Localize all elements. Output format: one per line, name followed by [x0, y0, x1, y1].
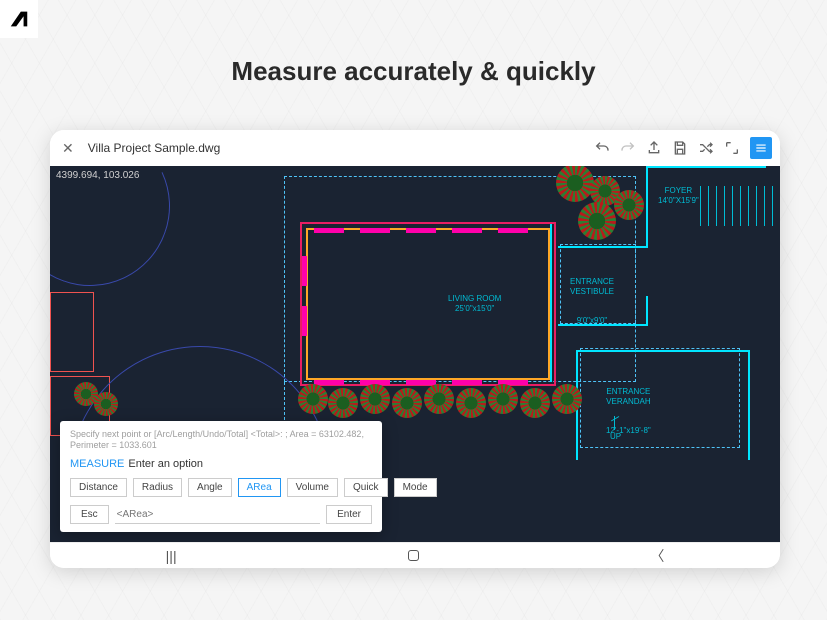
command-prompt: MEASUREEnter an option: [70, 458, 372, 470]
up-label: UP: [610, 432, 621, 442]
drawing-canvas[interactable]: 4399.694, 103.026: [50, 166, 780, 542]
command-options: DistanceRadiusAngleAReaVolumeQuickMode: [70, 478, 372, 497]
room-label-vestibule: ENTRANCE VESTIBULE 9'0"x9'0": [570, 258, 614, 344]
share-icon[interactable]: [646, 140, 662, 156]
option-radius[interactable]: Radius: [133, 478, 182, 497]
home-button[interactable]: [408, 550, 419, 561]
autodesk-icon: [8, 8, 30, 30]
option-volume[interactable]: Volume: [287, 478, 338, 497]
room-label-foyer: FOYER 14'0"X15'9": [658, 186, 699, 205]
android-nav-bar: ||| 〈: [50, 542, 780, 568]
command-panel: Specify next point or [Arc/Length/Undo/T…: [60, 421, 382, 532]
option-mode[interactable]: Mode: [394, 478, 437, 497]
document-title: Villa Project Sample.dwg: [88, 141, 221, 155]
room-label-living: LIVING ROOM 25'0"x15'0": [448, 294, 501, 313]
save-icon[interactable]: [672, 140, 688, 156]
hamburger-icon: [754, 141, 768, 155]
autodesk-logo: [0, 0, 38, 38]
app-header: ✕ Villa Project Sample.dwg: [50, 130, 780, 166]
command-input[interactable]: [115, 506, 320, 524]
app-window: ✕ Villa Project Sample.dwg 4399.694, 103…: [50, 130, 780, 568]
enter-button[interactable]: Enter: [326, 505, 372, 524]
shuffle-icon[interactable]: [698, 140, 714, 156]
option-quick[interactable]: Quick: [344, 478, 388, 497]
option-area[interactable]: ARea: [238, 478, 281, 497]
hero-title: Measure accurately & quickly: [0, 56, 827, 87]
redo-icon[interactable]: [620, 140, 636, 156]
recents-button[interactable]: |||: [166, 548, 177, 564]
escape-button[interactable]: Esc: [70, 505, 109, 524]
option-angle[interactable]: Angle: [188, 478, 232, 497]
menu-button[interactable]: [750, 137, 772, 159]
close-icon[interactable]: ✕: [58, 136, 78, 161]
back-button[interactable]: 〈: [650, 546, 664, 566]
option-distance[interactable]: Distance: [70, 478, 127, 497]
command-history: Specify next point or [Arc/Length/Undo/T…: [70, 429, 372, 452]
undo-icon[interactable]: [594, 140, 610, 156]
expand-icon[interactable]: [724, 140, 740, 156]
